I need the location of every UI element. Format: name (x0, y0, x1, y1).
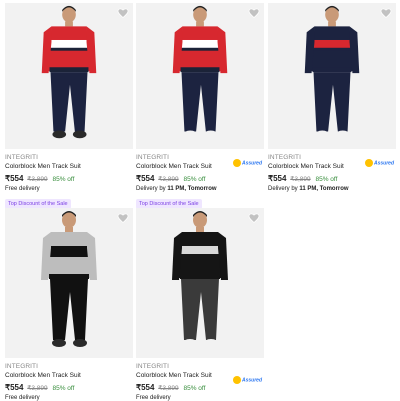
heart-icon[interactable] (248, 212, 260, 224)
product-card[interactable]: INTEGRITI Colorblock Men Track Suit Assu… (136, 208, 264, 401)
product-mrp: ₹3,899 (27, 385, 48, 392)
heart-icon[interactable] (380, 7, 392, 19)
product-mrp: ₹3,899 (290, 176, 311, 183)
product-price: ₹554 (5, 383, 24, 392)
discount-label: 85% off (52, 176, 75, 183)
model-figure (172, 211, 228, 347)
discount-label: 85% off (52, 385, 75, 392)
product-image[interactable] (268, 3, 396, 149)
product-title[interactable]: Colorblock Men Track Suit (5, 372, 133, 379)
price-row: ₹554 ₹3,899 85% off (5, 383, 133, 392)
model-figure (304, 5, 360, 139)
product-card[interactable]: INTEGRITI Colorblock Men Track Suit ₹554… (5, 208, 133, 401)
delivery-info: Delivery by 11 PM, Tomorrow (136, 186, 217, 192)
product-price: ₹554 (136, 383, 155, 392)
discount-label: 85% off (183, 385, 206, 392)
discount-label: 85% off (315, 176, 338, 183)
product-grid: INTEGRITI Colorblock Men Track Suit ₹554… (0, 0, 400, 401)
model-figure (41, 211, 97, 347)
product-title[interactable]: Colorblock Men Track Suit (5, 163, 133, 170)
product-price: ₹554 (5, 174, 24, 183)
product-image[interactable] (136, 3, 264, 149)
product-card[interactable]: INTEGRITI Colorblock Men Track Suit Assu… (268, 3, 396, 192)
assured-badge-icon: Assured (232, 159, 262, 167)
product-mrp: ₹3,899 (27, 176, 48, 183)
price-row: ₹554 ₹3,899 85% off (136, 174, 264, 183)
heart-icon[interactable] (117, 7, 129, 19)
product-brand: INTEGRITI (5, 363, 39, 370)
model-figure (172, 5, 228, 139)
price-row: ₹554 ₹3,899 85% off (136, 383, 264, 392)
discount-label: 85% off (183, 176, 206, 183)
heart-icon[interactable] (248, 7, 260, 19)
assured-badge-icon: Assured (232, 376, 262, 384)
product-price: ₹554 (268, 174, 287, 183)
product-image[interactable] (5, 3, 133, 149)
product-card[interactable]: INTEGRITI Colorblock Men Track Suit ₹554… (5, 3, 133, 210)
product-card[interactable]: INTEGRITI Colorblock Men Track Suit Assu… (136, 3, 264, 210)
product-mrp: ₹3,899 (158, 385, 179, 392)
price-row: ₹554 ₹3,899 85% off (5, 174, 133, 183)
product-brand: INTEGRITI (136, 363, 170, 370)
product-image[interactable] (136, 208, 264, 358)
delivery-info: Free delivery (5, 186, 40, 192)
model-figure (41, 5, 97, 139)
product-mrp: ₹3,899 (158, 176, 179, 183)
product-brand: INTEGRITI (5, 154, 39, 161)
product-image[interactable] (5, 208, 133, 358)
product-price: ₹554 (136, 174, 155, 183)
price-row: ₹554 ₹3,899 85% off (268, 174, 396, 183)
delivery-info: Free delivery (136, 395, 171, 401)
delivery-info: Delivery by 11 PM, Tomorrow (268, 186, 349, 192)
heart-icon[interactable] (117, 212, 129, 224)
assured-badge-icon: Assured (364, 159, 394, 167)
delivery-info: Free delivery (5, 395, 40, 401)
